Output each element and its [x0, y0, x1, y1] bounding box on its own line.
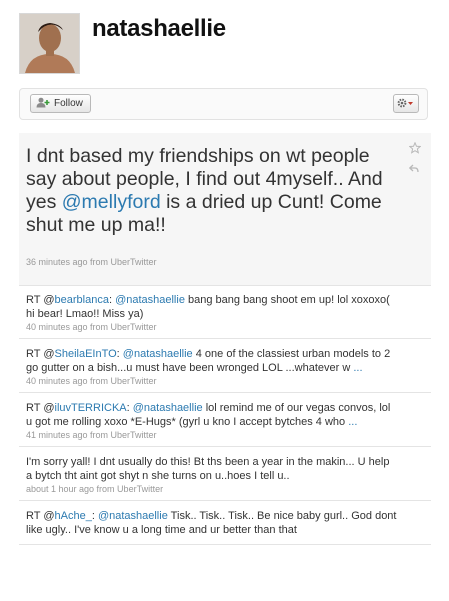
gear-icon: [397, 95, 415, 113]
featured-tweet: I dnt based my friendships on wt people …: [19, 133, 431, 286]
more-link[interactable]: ...: [353, 362, 362, 374]
star-icon[interactable]: [408, 141, 422, 159]
mention-link[interactable]: @natashaellie: [133, 402, 203, 414]
follow-icon: [36, 97, 50, 111]
follow-button[interactable]: Follow: [30, 94, 91, 113]
tweet-text: I'm sorry yall! I dnt usually do this! B…: [26, 455, 398, 483]
tweet-body: I'm sorry yall! I dnt usually do this! B…: [26, 456, 390, 482]
tweet-item: RT @hAche_: @natashaellie Tisk.. Tisk.. …: [19, 501, 431, 545]
tweet-text: RT @hAche_: @natashaellie Tisk.. Tisk.. …: [26, 509, 398, 537]
mention-link[interactable]: @natashaellie: [98, 510, 168, 522]
featured-tweet-meta: 36 minutes ago from UberTwitter: [26, 257, 157, 267]
retweet-user-link[interactable]: iluvTERRICKA: [55, 402, 127, 414]
tweet-meta: 40 minutes ago from UberTwitter: [26, 322, 157, 332]
tweet-meta: 40 minutes ago from UberTwitter: [26, 376, 157, 386]
tweet-meta: about 1 hour ago from UberTwitter: [26, 484, 164, 494]
action-bar: Follow: [19, 88, 428, 120]
mention-link[interactable]: @natashaellie: [123, 348, 193, 360]
tweet-timeline: RT @bearblanca: @natashaellie bang bang …: [19, 285, 431, 601]
more-link[interactable]: ...: [348, 416, 357, 428]
tweet-text: RT @SheilaEInTO: @natashaellie 4 one of …: [26, 347, 398, 375]
featured-mention-link[interactable]: @mellyford: [62, 191, 161, 213]
tweet-item: RT @bearblanca: @natashaellie bang bang …: [19, 285, 431, 339]
profile-username: natashaellie: [92, 15, 226, 42]
tweet-meta: 41 minutes ago from UberTwitter: [26, 430, 157, 440]
profile-avatar[interactable]: [19, 13, 80, 74]
tweet-item: RT @SheilaEInTO: @natashaellie 4 one of …: [19, 339, 431, 393]
tweet-item: RT @iluvTERRICKA: @natashaellie lol remi…: [19, 393, 431, 447]
retweet-user-link[interactable]: SheilaEInTO: [55, 348, 117, 360]
reply-icon[interactable]: [408, 161, 419, 179]
retweet-user-link[interactable]: hAche_: [55, 510, 92, 522]
follow-label: Follow: [54, 98, 83, 109]
retweet-user-link[interactable]: bearblanca: [55, 294, 109, 306]
rt-prefix: RT @: [26, 510, 55, 522]
tweet-text: RT @iluvTERRICKA: @natashaellie lol remi…: [26, 401, 398, 429]
mention-link[interactable]: @natashaellie: [115, 294, 185, 306]
rt-prefix: RT @: [26, 348, 55, 360]
tweet-text: RT @bearblanca: @natashaellie bang bang …: [26, 293, 398, 321]
profile-header: natashaellie: [0, 0, 449, 82]
rt-prefix: RT @: [26, 402, 55, 414]
tweet-item: I'm sorry yall! I dnt usually do this! B…: [19, 447, 431, 501]
actions-menu-button[interactable]: [393, 94, 419, 113]
featured-tweet-text: I dnt based my friendships on wt people …: [26, 145, 394, 237]
rt-prefix: RT @: [26, 294, 55, 306]
